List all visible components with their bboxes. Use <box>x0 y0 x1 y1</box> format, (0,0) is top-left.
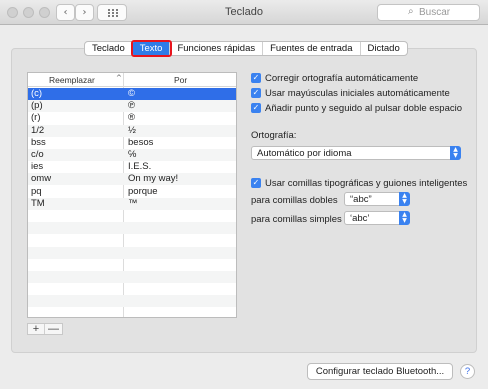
table-row[interactable]: 1/2 ½ <box>28 124 236 137</box>
empty-row <box>28 222 236 235</box>
tab-dictado[interactable]: Dictado <box>361 42 407 55</box>
tab-fuentes-de-entrada[interactable]: Fuentes de entrada <box>263 42 361 55</box>
table-row[interactable]: (r) ® <box>28 112 236 124</box>
with-cell: ™ <box>128 197 138 209</box>
add-button[interactable]: + <box>28 324 46 335</box>
table-header: Reemplazar ^ Por <box>28 73 236 87</box>
replace-cell: (p) <box>31 100 43 112</box>
text-replacement-table[interactable]: Reemplazar ^ Por (c) © (p) ℗ (r) ® 1/2 ½ bss beso… <box>27 72 237 318</box>
remove-button[interactable]: — <box>45 324 62 335</box>
table-row[interactable]: c/o ℅ <box>28 149 236 161</box>
checkbox-checked-icon: ✓ <box>251 103 261 113</box>
column-header-with[interactable]: Por <box>174 75 187 85</box>
empty-row <box>28 246 236 259</box>
single-quotes-popup[interactable]: ‘abc’ ▲ ▼ <box>344 211 410 225</box>
search-icon: ⌕ <box>408 6 414 17</box>
replace-cell: TM <box>31 197 45 209</box>
smart-quotes-label: Usar comillas tipográficas y guiones int… <box>265 177 468 189</box>
single-quotes-value: ‘abc’ <box>350 213 370 224</box>
with-cell: porque <box>128 185 158 197</box>
add-remove-control: + — <box>27 323 63 335</box>
double-space-period-label: Añadir punto y seguido al pulsar doble e… <box>265 102 462 114</box>
spelling-label: Ortografía: <box>251 130 297 141</box>
double-space-period-checkbox[interactable]: ✓ Añadir punto y seguido al pulsar doble… <box>251 102 462 114</box>
empty-row <box>28 234 236 246</box>
popup-arrows-icon: ▲ ▼ <box>399 192 410 206</box>
spelling-value: Automático por idioma <box>257 148 352 159</box>
replace-cell: omw <box>31 173 52 185</box>
single-quotes-label: para comillas simples <box>251 214 342 225</box>
spelling-popup[interactable]: Automático por idioma ▲ ▼ <box>251 146 461 160</box>
auto-capitalize-checkbox[interactable]: ✓ Usar mayúsculas iniciales automáticame… <box>251 87 450 99</box>
with-cell: ℗ <box>128 100 135 112</box>
tab-bar: Teclado Texto Funciones rápidas Fuentes … <box>84 40 408 57</box>
replace-cell: 1/2 <box>31 124 45 136</box>
column-header-replace[interactable]: Reemplazar <box>49 75 95 85</box>
table-row[interactable]: (c) © <box>28 88 236 100</box>
empty-row <box>28 283 236 295</box>
with-cell: I.E.S. <box>128 161 152 173</box>
with-cell: ® <box>128 112 135 124</box>
empty-row <box>28 259 236 271</box>
checkbox-checked-icon: ✓ <box>251 178 261 188</box>
with-cell: besos <box>128 136 154 148</box>
table-row[interactable]: pq porque <box>28 186 236 198</box>
replace-cell: (c) <box>31 88 43 99</box>
checkbox-checked-icon: ✓ <box>251 73 261 83</box>
replace-cell: bss <box>31 136 46 148</box>
popup-arrows-icon: ▲ ▼ <box>450 146 461 160</box>
empty-row <box>28 210 236 222</box>
replace-cell: ies <box>31 161 44 173</box>
table-row[interactable]: TM ™ <box>28 197 236 210</box>
empty-row <box>28 308 236 317</box>
popup-arrows-icon: ▲ ▼ <box>399 211 410 225</box>
double-quotes-label: para comillas dobles <box>251 195 338 206</box>
empty-row <box>28 271 236 283</box>
help-button[interactable]: ? <box>460 364 475 379</box>
search-placeholder: Buscar <box>419 7 451 18</box>
autocorrect-label: Corregir ortografía automáticamente <box>265 72 419 84</box>
empty-row <box>28 295 236 308</box>
tab-funciones-rapidas[interactable]: Funciones rápidas <box>170 42 264 55</box>
table-row[interactable]: ies I.E.S. <box>28 161 236 173</box>
replace-cell: pq <box>31 185 42 197</box>
tab-texto[interactable]: Texto <box>130 40 173 57</box>
smart-quotes-checkbox[interactable]: ✓ Usar comillas tipográficas y guiones i… <box>251 177 467 189</box>
with-cell: ℅ <box>128 149 137 160</box>
replace-cell: (r) <box>31 112 41 124</box>
title-bar: ‹ › Teclado ⌕ Buscar <box>0 0 488 25</box>
autocorrect-checkbox[interactable]: ✓ Corregir ortografía automáticamente <box>251 72 418 84</box>
with-cell: © <box>128 88 135 99</box>
sort-ascending-icon: ^ <box>116 74 122 82</box>
table-row[interactable]: bss besos <box>28 137 236 149</box>
replace-cell: c/o <box>31 149 44 160</box>
double-quotes-value: “abc” <box>350 194 372 205</box>
double-quotes-popup[interactable]: “abc” ▲ ▼ <box>344 192 410 206</box>
with-cell: ½ <box>128 124 136 136</box>
tab-teclado[interactable]: Teclado <box>85 42 133 55</box>
table-row[interactable]: omw On my way! <box>28 173 236 186</box>
auto-capitalize-label: Usar mayúsculas iniciales automáticament… <box>265 87 450 99</box>
with-cell: On my way! <box>128 173 179 185</box>
table-row[interactable]: (p) ℗ <box>28 100 236 113</box>
configure-bluetooth-keyboard-button[interactable]: Configurar teclado Bluetooth... <box>307 363 453 380</box>
checkbox-checked-icon: ✓ <box>251 88 261 98</box>
search-field[interactable]: ⌕ Buscar <box>377 4 480 21</box>
